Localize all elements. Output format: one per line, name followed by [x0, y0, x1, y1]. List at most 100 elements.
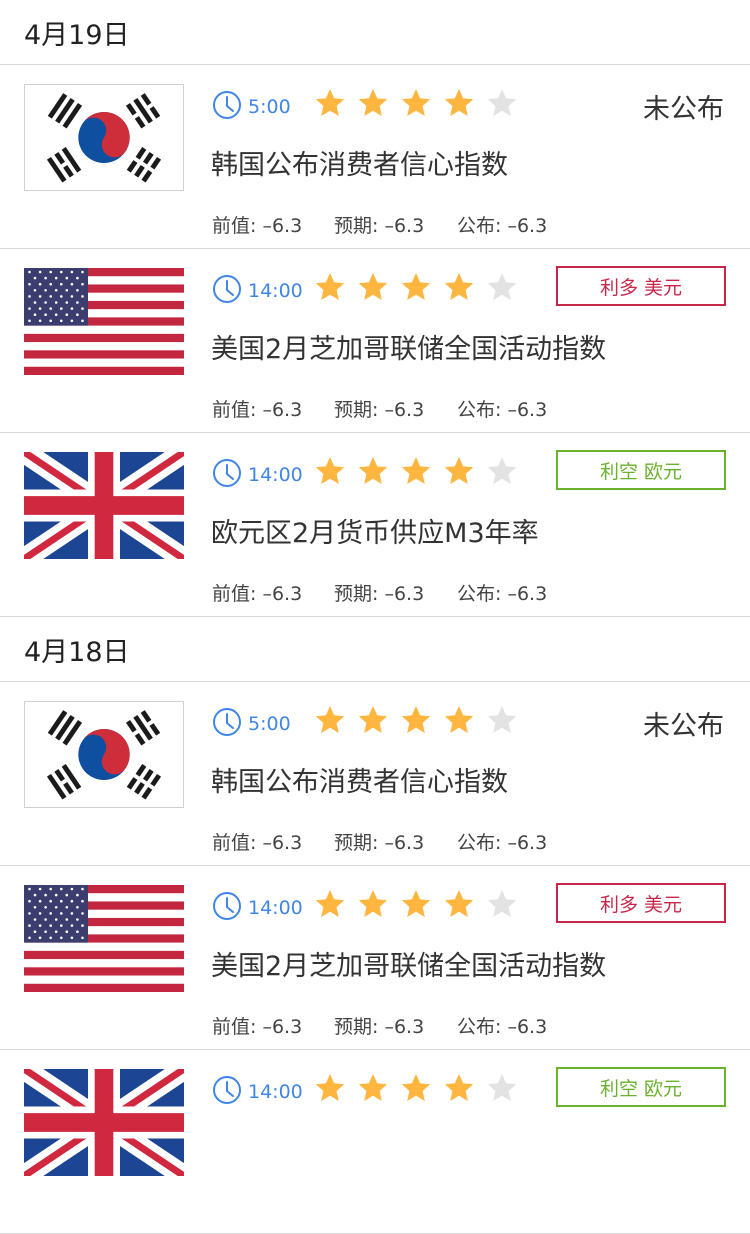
korea-flag: [24, 701, 184, 808]
usa-flag: [24, 268, 184, 375]
clock-icon: [212, 274, 248, 309]
event-row[interactable]: 5:00 未公布 韩国公布消费者信心指数 前值: –6.3 预期: –6.3 公布: –6…: [0, 682, 750, 866]
star-empty-icon: [486, 888, 518, 920]
bearish-badge: 利空 欧元: [556, 450, 726, 490]
clock-icon: [212, 707, 248, 742]
star-filled-icon: [357, 87, 389, 119]
time-label: 5:00: [248, 96, 291, 118]
star-empty-icon: [486, 271, 518, 303]
clock-icon: [212, 458, 248, 493]
metric-forecast: 预期: –6.3: [334, 395, 457, 422]
metric-label: 前值:: [212, 1016, 257, 1038]
metric-actual: 公布: –6.3: [457, 1012, 577, 1039]
status-label: 未公布: [643, 711, 724, 742]
metric-previous: 前值: –6.3: [212, 211, 334, 238]
metric-label: 前值:: [212, 832, 257, 854]
metric-value: –6.3: [507, 215, 548, 237]
event-row[interactable]: 14:00 利多 美元 美国2月芝加哥联储全国活动指数 前值: –6.3 预期: –6.…: [0, 249, 750, 433]
star-filled-icon: [314, 87, 346, 119]
metric-label: 公布:: [457, 215, 502, 237]
event-title: 韩国公布消费者信心指数: [211, 767, 508, 798]
event-metrics: 前值: –6.3 预期: –6.3 公布: –6.3: [212, 211, 577, 238]
metric-label: 前值:: [212, 215, 257, 237]
metric-value: –6.3: [507, 832, 548, 854]
metric-value: –6.3: [262, 399, 303, 421]
korea-flag: [24, 84, 184, 191]
star-filled-icon: [357, 704, 389, 736]
metric-previous: 前值: –6.3: [212, 828, 334, 855]
importance-rating: [314, 269, 529, 305]
metric-value: –6.3: [384, 583, 425, 605]
star-filled-icon: [443, 1072, 475, 1104]
metric-actual: 公布: –6.3: [457, 395, 577, 422]
metric-forecast: 预期: –6.3: [334, 828, 457, 855]
metric-value: –6.3: [384, 1016, 425, 1038]
metric-previous: 前值: –6.3: [212, 395, 334, 422]
event-metrics: 前值: –6.3 预期: –6.3 公布: –6.3: [212, 579, 577, 606]
metric-forecast: 预期: –6.3: [334, 1012, 457, 1039]
event-row[interactable]: 14:00 利空 欧元: [0, 1050, 750, 1234]
metric-label: 预期:: [334, 399, 379, 421]
metric-previous: 前值: –6.3: [212, 1012, 334, 1039]
star-filled-icon: [357, 888, 389, 920]
star-filled-icon: [443, 87, 475, 119]
metric-forecast: 预期: –6.3: [334, 211, 457, 238]
metric-label: 前值:: [212, 399, 257, 421]
time-label: 5:00: [248, 713, 291, 735]
importance-rating: [314, 886, 529, 922]
clock-icon: [212, 1075, 248, 1110]
metric-value: –6.3: [262, 215, 303, 237]
metric-actual: 公布: –6.3: [457, 211, 577, 238]
star-filled-icon: [443, 888, 475, 920]
date-header: 4月19日: [0, 0, 750, 65]
star-filled-icon: [443, 271, 475, 303]
event-time: 5:00: [212, 87, 291, 119]
metric-value: –6.3: [262, 1016, 303, 1038]
event-title: 美国2月芝加哥联储全国活动指数: [211, 951, 607, 982]
bullish-badge: 利多 美元: [556, 883, 726, 923]
event-time: 14:00: [212, 455, 303, 487]
metric-value: –6.3: [262, 583, 303, 605]
star-filled-icon: [443, 704, 475, 736]
event-time: 14:00: [212, 888, 303, 920]
metric-label: 预期:: [334, 832, 379, 854]
star-empty-icon: [486, 87, 518, 119]
metric-value: –6.3: [384, 399, 425, 421]
event-row[interactable]: 14:00 利多 美元 美国2月芝加哥联储全国活动指数 前值: –6.3 预期: –6.…: [0, 866, 750, 1050]
bullish-badge: 利多 美元: [556, 266, 726, 306]
metric-label: 公布:: [457, 832, 502, 854]
star-filled-icon: [400, 888, 432, 920]
star-empty-icon: [486, 704, 518, 736]
metric-label: 预期:: [334, 1016, 379, 1038]
metric-value: –6.3: [384, 832, 425, 854]
metric-label: 公布:: [457, 399, 502, 421]
uk-flag: [24, 1069, 184, 1176]
metric-actual: 公布: –6.3: [457, 579, 577, 606]
star-filled-icon: [400, 87, 432, 119]
time-label: 14:00: [248, 897, 303, 919]
metric-value: –6.3: [262, 832, 303, 854]
metric-label: 公布:: [457, 583, 502, 605]
date-header: 4月18日: [0, 617, 750, 682]
event-title: 美国2月芝加哥联储全国活动指数: [211, 334, 607, 365]
importance-rating: [314, 702, 529, 738]
event-row[interactable]: 5:00 未公布 韩国公布消费者信心指数 前值: –6.3 预期: –6.3 公布: –6…: [0, 65, 750, 249]
star-filled-icon: [400, 455, 432, 487]
star-filled-icon: [357, 271, 389, 303]
star-filled-icon: [314, 704, 346, 736]
metric-previous: 前值: –6.3: [212, 579, 334, 606]
status-label: 未公布: [643, 94, 724, 125]
event-row[interactable]: 14:00 利空 欧元 欧元区2月货币供应M3年率 前值: –6.3 预期: –6.3 公…: [0, 433, 750, 617]
metric-value: –6.3: [507, 1016, 548, 1038]
event-time: 5:00: [212, 704, 291, 736]
uk-flag: [24, 452, 184, 559]
star-filled-icon: [314, 1072, 346, 1104]
importance-rating: [314, 453, 529, 489]
economic-calendar-list[interactable]: 4月19日 5:00 未公布 韩国公布消费者信心指数 前值: –6.3 预期: –6.3 公…: [0, 0, 750, 1234]
metric-label: 预期:: [334, 583, 379, 605]
star-filled-icon: [357, 455, 389, 487]
star-filled-icon: [314, 455, 346, 487]
event-metrics: 前值: –6.3 预期: –6.3 公布: –6.3: [212, 395, 577, 422]
star-filled-icon: [314, 271, 346, 303]
time-label: 14:00: [248, 464, 303, 486]
